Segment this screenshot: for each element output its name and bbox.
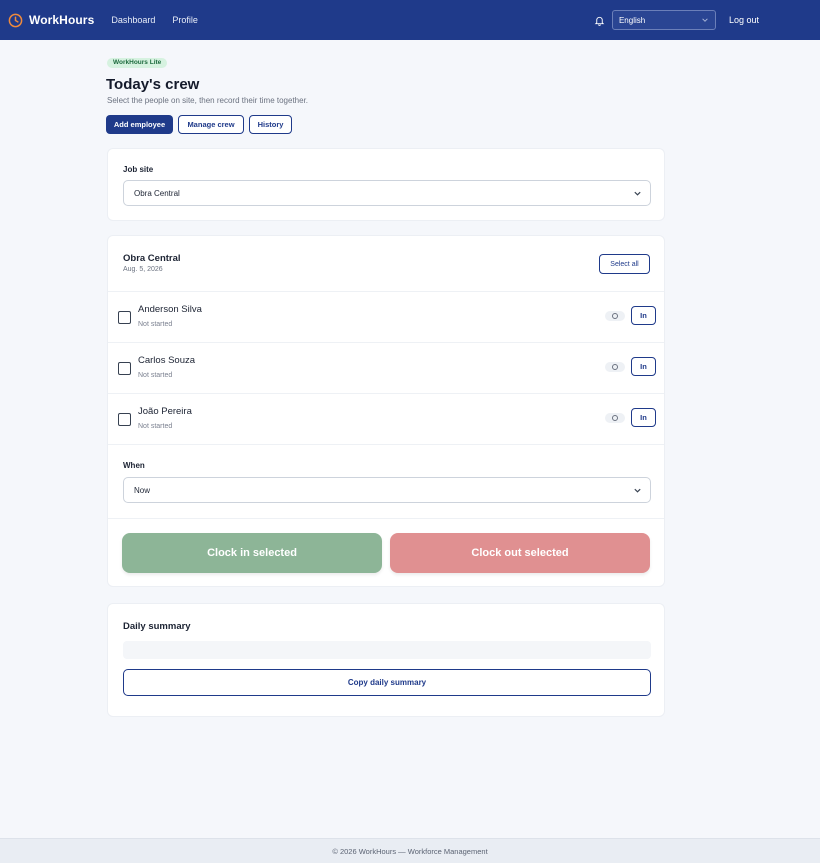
daily-summary-title: Daily summary xyxy=(123,621,191,632)
clock-in-button[interactable]: In xyxy=(631,408,656,427)
employee-name: João Pereira xyxy=(138,406,192,417)
divider xyxy=(108,518,664,519)
page-title: Today's crew xyxy=(106,76,200,93)
chevron-down-icon xyxy=(634,488,641,493)
job-site-label: Job site xyxy=(123,165,154,174)
manage-crew-button[interactable]: Manage crew xyxy=(178,115,244,134)
language-select-value: English xyxy=(618,15,646,25)
employee-checkbox[interactable] xyxy=(118,311,131,324)
employee-checkbox[interactable] xyxy=(118,413,131,426)
employee-name: Anderson Silva xyxy=(138,304,202,315)
employee-row: Anderson Silva Not started In xyxy=(108,292,664,343)
when-label: When xyxy=(123,461,145,470)
employee-status: Not started xyxy=(138,372,173,379)
employee-status: Not started xyxy=(138,423,173,430)
nav-link-profile[interactable]: Profile xyxy=(172,15,198,25)
clock-in-button[interactable]: In xyxy=(631,357,656,376)
header-actions: Add employee Manage crew History xyxy=(106,115,297,134)
employee-name: Carlos Souza xyxy=(138,355,196,366)
clock-icon xyxy=(8,13,23,27)
clock-in-button[interactable]: In xyxy=(631,306,656,325)
brand-logo[interactable]: WorkHours xyxy=(8,13,94,28)
crew-site-name: Obra Central xyxy=(123,253,181,264)
when-select[interactable]: Now xyxy=(123,477,651,503)
crew-card: Obra Central Aug. 5, 2026 Select all And… xyxy=(107,235,665,587)
divider xyxy=(108,444,664,445)
top-navbar: WorkHours Dashboard Profile English Log … xyxy=(0,0,820,40)
when-select-value: Now xyxy=(134,485,151,495)
job-site-select[interactable]: Obra Central xyxy=(123,180,651,206)
clock-in-selected-button[interactable]: Clock in selected xyxy=(122,533,382,573)
history-button[interactable]: History xyxy=(249,115,292,134)
nav-link-dashboard[interactable]: Dashboard xyxy=(111,15,155,25)
status-indicator-icon xyxy=(605,413,625,423)
status-indicator-icon xyxy=(605,362,625,372)
daily-summary-output xyxy=(123,641,651,659)
page-subtitle: Select the people on site, then record t… xyxy=(107,96,309,105)
job-site-card: Job site Obra Central xyxy=(107,148,665,221)
navbar-right: English Log out xyxy=(594,10,820,30)
status-indicator-icon xyxy=(605,311,625,321)
select-all-button[interactable]: Select all xyxy=(599,254,650,274)
copy-daily-summary-button[interactable]: Copy daily summary xyxy=(123,669,651,696)
employee-status: Not started xyxy=(138,321,173,328)
daily-summary-card: Daily summary Copy daily summary xyxy=(107,603,665,717)
crew-date: Aug. 5, 2026 xyxy=(123,266,163,273)
job-site-select-value: Obra Central xyxy=(134,188,180,198)
add-employee-button[interactable]: Add employee xyxy=(106,115,173,134)
language-select[interactable]: English xyxy=(611,10,716,30)
logout-link[interactable]: Log out xyxy=(729,15,759,25)
chevron-down-icon xyxy=(702,18,708,22)
plan-badge: WorkHours Lite xyxy=(107,58,168,68)
footer-text: © 2026 WorkHours — Workforce Management xyxy=(332,846,488,856)
brand-name: WorkHours xyxy=(29,13,95,27)
employee-row: João Pereira Not started In xyxy=(108,394,664,445)
employee-row: Carlos Souza Not started In xyxy=(108,343,664,394)
chevron-down-icon xyxy=(634,191,641,196)
page-footer: © 2026 WorkHours — Workforce Management xyxy=(0,838,820,863)
clock-out-selected-button[interactable]: Clock out selected xyxy=(390,533,650,573)
employee-checkbox[interactable] xyxy=(118,362,131,375)
bell-icon[interactable] xyxy=(594,15,605,26)
